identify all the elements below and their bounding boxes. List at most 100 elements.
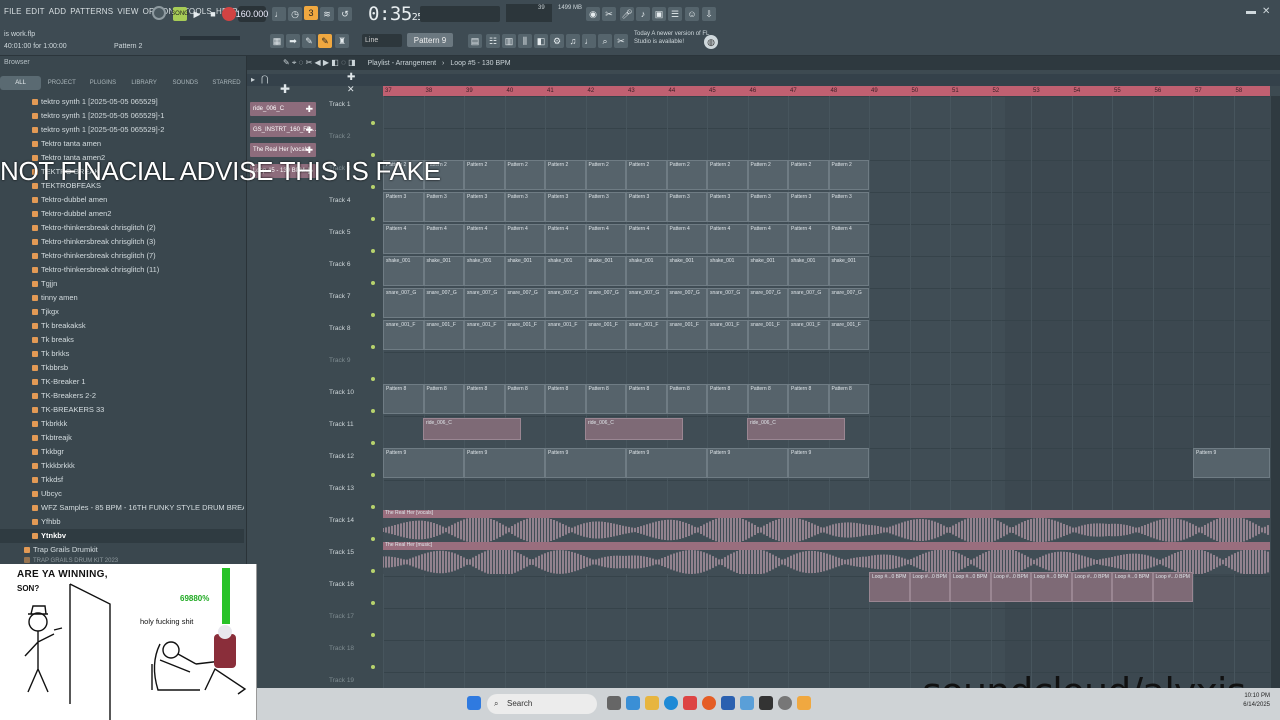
taskbar-search[interactable]: ⌕ Search (487, 694, 597, 714)
firefox-icon[interactable] (702, 696, 716, 710)
clip[interactable]: Pattern 3 (504, 192, 545, 222)
clip[interactable]: Pattern 9 (545, 448, 626, 478)
play-icon[interactable]: ▶ (190, 7, 204, 21)
record-icon[interactable] (222, 7, 236, 21)
countdown-icon[interactable]: 3 (304, 6, 318, 20)
undo-icon[interactable]: ✂ (602, 7, 616, 21)
track-label[interactable]: Track 11 (329, 420, 369, 430)
track-label[interactable]: Track 1 (329, 100, 369, 110)
clip[interactable]: shake_001 (423, 256, 464, 286)
master-volume-slider[interactable] (180, 36, 240, 40)
track-label[interactable]: Track 7 (329, 292, 369, 302)
download-icon[interactable]: ⇩ (702, 7, 716, 21)
browser-item[interactable]: Tektro-thinkersbreak chrisglitch (3) (0, 235, 244, 249)
audio-clip[interactable]: The Real Her [music] (383, 542, 1270, 550)
clip[interactable]: ride_006_C (747, 418, 845, 440)
clip[interactable]: Pattern 8 (666, 384, 707, 414)
pattern-selector[interactable]: Pattern 9 (407, 33, 453, 47)
track-label[interactable]: Track 5 (329, 228, 369, 238)
clip[interactable]: snare_007_G (545, 288, 586, 318)
clip[interactable]: shake_001 (626, 256, 667, 286)
track-led-icon[interactable] (371, 377, 375, 381)
track-led-icon[interactable] (371, 281, 375, 285)
clip[interactable]: Pattern 2 (666, 160, 707, 190)
browser-item[interactable]: WFZ Samples - 85 BPM - 16TH FUNKY STYLE … (0, 501, 244, 515)
browser-item[interactable]: Tkbrkkk (0, 417, 244, 431)
arrow-icon[interactable]: ➡ (286, 34, 300, 48)
clip-picker-item[interactable]: ride_006_C ✚ (250, 102, 316, 116)
magnet-icon[interactable]: ⋂ (261, 74, 268, 85)
menu-file[interactable]: FILE (4, 7, 22, 16)
clip[interactable]: shake_001 (707, 256, 748, 286)
track-label[interactable]: Track 4 (329, 196, 369, 206)
clip[interactable]: Pattern 2 (464, 160, 505, 190)
clip[interactable]: Pattern 2 (626, 160, 667, 190)
plus-icon[interactable]: ✚ (347, 72, 355, 83)
clip[interactable]: snare_001_F (828, 320, 869, 350)
browser-item[interactable]: Tk brkks (0, 347, 244, 361)
close-icon[interactable]: ✕ (1262, 6, 1270, 17)
taskbar-clock[interactable]: 10:10 PM 6/14/2025 (1243, 692, 1270, 710)
store-icon[interactable] (683, 696, 697, 710)
clip[interactable]: Pattern 3 (626, 192, 667, 222)
steam-icon[interactable] (778, 696, 792, 710)
track-led-icon[interactable] (371, 121, 375, 125)
clip[interactable]: shake_001 (747, 256, 788, 286)
slice-icon[interactable]: ✂ (614, 34, 628, 48)
clip[interactable]: snare_007_G (585, 288, 626, 318)
clip[interactable]: Pattern 4 (585, 224, 626, 254)
clip[interactable]: Pattern 3 (707, 192, 748, 222)
clip-picker-item[interactable]: The Real Her [vocals] ✚ (250, 143, 316, 157)
clip[interactable]: snare_001_F (423, 320, 464, 350)
track-led-icon[interactable] (371, 537, 375, 541)
clip[interactable]: shake_001 (788, 256, 829, 286)
browser-item[interactable]: tektro synth 1 [2025-05-05 065529] (0, 95, 244, 109)
tempo-display[interactable]: 160.000 (236, 6, 268, 22)
widgets-icon[interactable] (626, 696, 640, 710)
clip[interactable]: Pattern 2 (504, 160, 545, 190)
browser-item[interactable]: Tjkgx (0, 305, 244, 319)
pat-song-toggle[interactable]: SONG (171, 7, 189, 21)
clip[interactable]: Pattern 4 (504, 224, 545, 254)
clip[interactable]: snare_001_F (545, 320, 586, 350)
clip[interactable]: Pattern 4 (423, 224, 464, 254)
browser-item[interactable]: Tektro-thinkersbreak chrisglitch (11) (0, 263, 244, 277)
metronome-icon[interactable]: ♩ (272, 7, 286, 21)
browser-item[interactable]: Tektro-thinkersbreak chrisglitch (2) (0, 221, 244, 235)
clip[interactable]: Loop #...0 BPM (1071, 572, 1112, 602)
clip[interactable]: ride_006_C (423, 418, 521, 440)
browser-icon[interactable]: ◧ (534, 34, 548, 48)
clip[interactable]: snare_007_G (383, 288, 424, 318)
clip[interactable]: snare_007_G (626, 288, 667, 318)
track-label[interactable]: Track 9 (329, 356, 369, 366)
clip[interactable]: Pattern 4 (545, 224, 586, 254)
browser-item[interactable]: Yfhbb (0, 515, 244, 529)
save-icon[interactable]: ▣ (652, 7, 666, 21)
plus-icon[interactable]: ✚ (305, 143, 313, 157)
browser-item[interactable]: Tkbtreajk (0, 431, 244, 445)
browser-folder[interactable]: Trap Grails Drumkit (0, 543, 244, 557)
browser-item[interactable]: tinny amen (0, 291, 244, 305)
browser-item[interactable]: Tk breaks (0, 333, 244, 347)
tab-all[interactable]: ALL (0, 76, 42, 90)
browser-item[interactable]: tektro synth 1 [2025-05-05 065529]-1 (0, 109, 244, 123)
edge-icon[interactable] (664, 696, 678, 710)
clip[interactable]: Pattern 4 (747, 224, 788, 254)
menu-edit[interactable]: EDIT (26, 7, 45, 16)
track-led-icon[interactable] (371, 505, 375, 509)
plus-icon[interactable]: ✚ (305, 123, 313, 137)
clip[interactable]: Pattern 9 (1193, 448, 1270, 478)
mic-icon[interactable]: 🎤︎ (620, 7, 634, 21)
minimize-icon[interactable]: ▬ (1246, 6, 1256, 17)
browser-item[interactable]: Tektro-dubbel amen2 (0, 207, 244, 221)
song-position-clock[interactable]: 0:3525 (368, 3, 423, 25)
browser-item[interactable]: Tkbbrsb (0, 361, 244, 375)
track-led-icon[interactable] (371, 601, 375, 605)
browser-item[interactable]: Tkkkbrkkk (0, 459, 244, 473)
timeline-ruler[interactable]: 37 38 39 40 41 42 43 44 45 46 47 48 49 50 51 52 53 54 55 56… (383, 86, 1270, 96)
paint-icon[interactable]: ✎ (318, 34, 332, 48)
clip[interactable]: shake_001 (585, 256, 626, 286)
clip[interactable]: Pattern 8 (585, 384, 626, 414)
photos-icon[interactable] (740, 696, 754, 710)
clip[interactable]: Pattern 3 (423, 192, 464, 222)
